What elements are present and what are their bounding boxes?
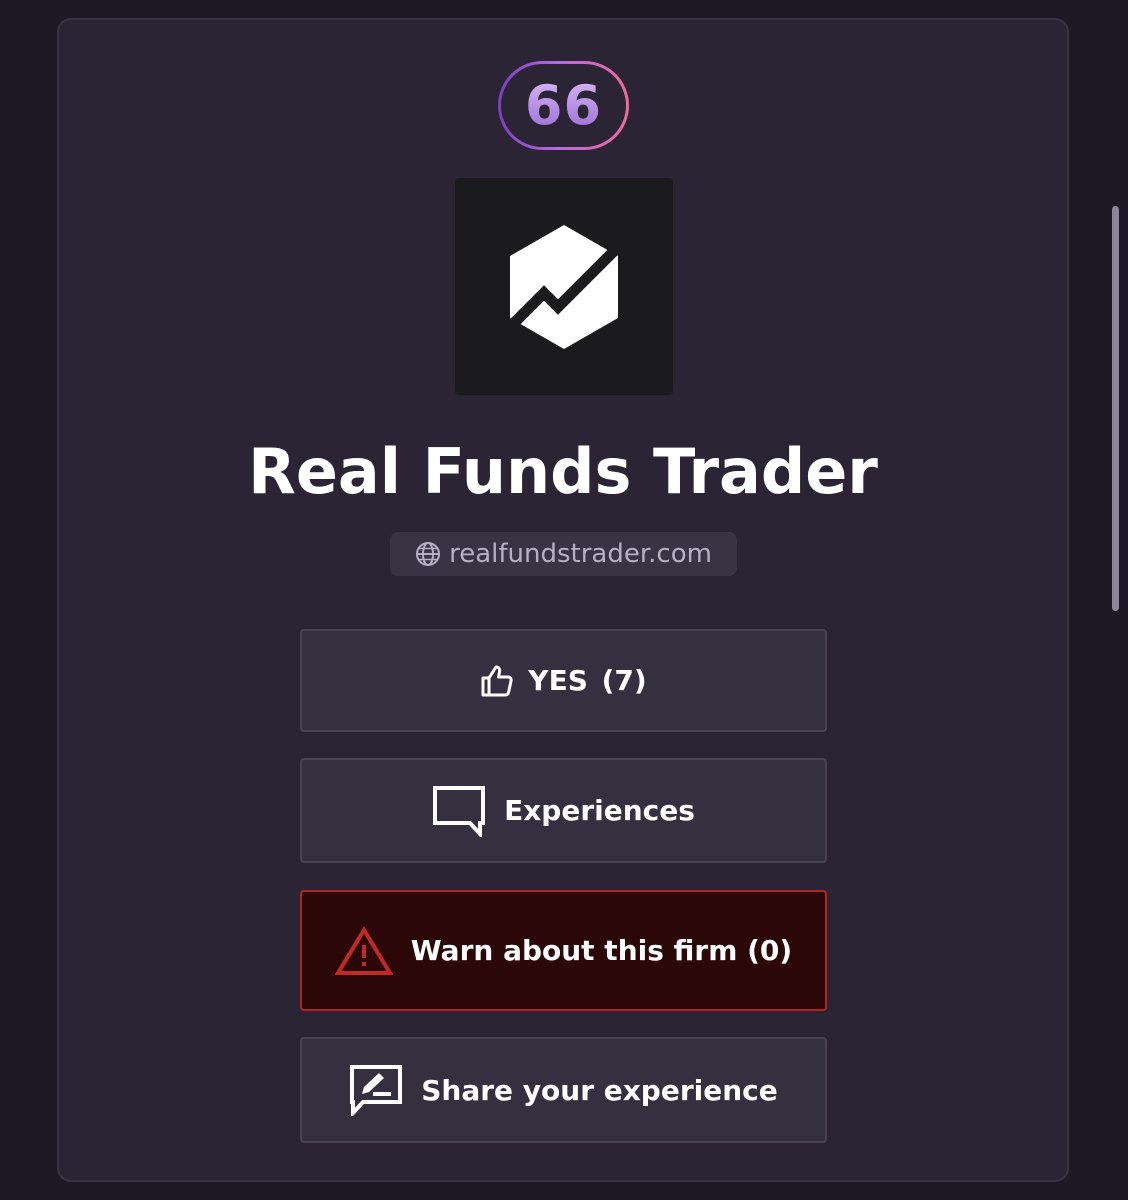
score-value: 66 bbox=[524, 73, 603, 137]
experiences-label: Experiences bbox=[504, 794, 695, 827]
firm-logo-hexagon-icon bbox=[504, 224, 624, 349]
website-link[interactable]: realfundstrader.com bbox=[390, 532, 737, 576]
score-badge-inner: 66 bbox=[501, 64, 626, 147]
globe-icon bbox=[416, 542, 441, 566]
share-experience-button[interactable]: Share your experience bbox=[300, 1037, 827, 1143]
yes-label: YES bbox=[528, 664, 588, 697]
thumbs-up-icon bbox=[481, 665, 513, 696]
yes-count: (7) bbox=[601, 664, 647, 697]
edit-message-icon bbox=[350, 1065, 403, 1116]
yes-button[interactable]: YES (7) bbox=[300, 629, 827, 732]
warn-button[interactable]: Warn about this firm (0) bbox=[300, 890, 827, 1011]
firm-name: Real Funds Trader bbox=[248, 435, 878, 508]
firm-logo bbox=[455, 178, 673, 395]
chat-bubble-icon bbox=[433, 785, 486, 837]
warn-label: Warn about this firm (0) bbox=[410, 934, 793, 967]
warning-triangle-icon bbox=[334, 925, 393, 975]
page: 66 Real Funds Trader realfundstrader.com… bbox=[0, 0, 1128, 1200]
share-label: Share your experience bbox=[421, 1073, 778, 1107]
website-text: realfundstrader.com bbox=[449, 539, 712, 569]
score-badge: 66 bbox=[498, 61, 629, 150]
scrollbar-thumb[interactable] bbox=[1112, 206, 1119, 611]
experiences-button[interactable]: Experiences bbox=[300, 758, 827, 863]
